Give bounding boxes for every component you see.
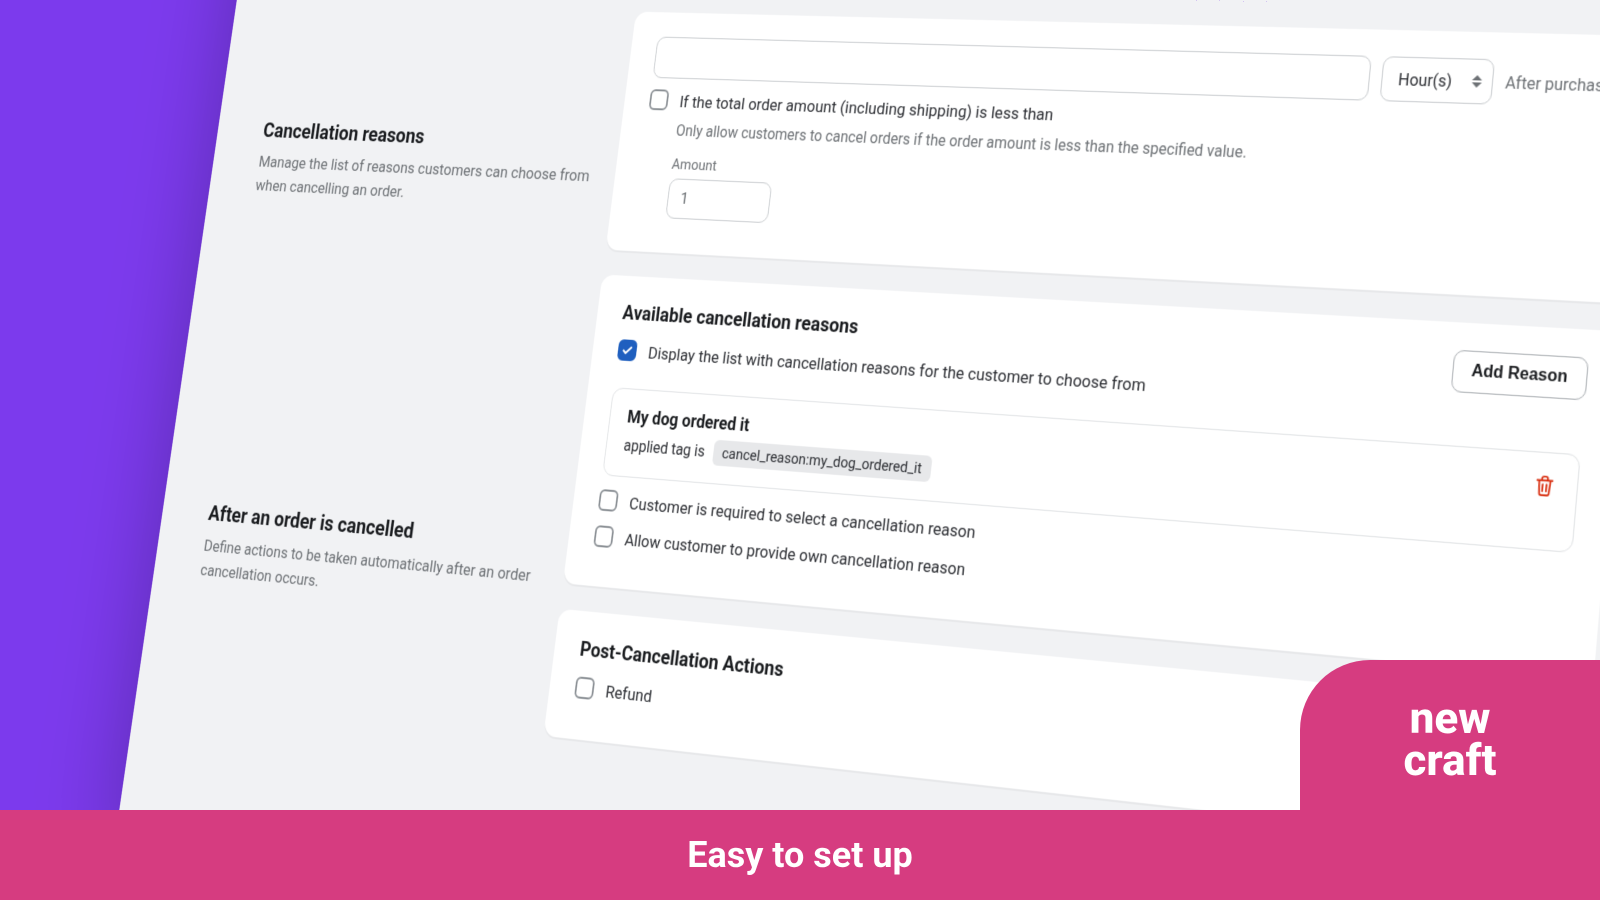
brand-badge: new craft xyxy=(1300,660,1600,810)
section-desc: Manage the list of reasons customers can… xyxy=(254,151,593,213)
stepper-icon xyxy=(1472,75,1483,88)
applied-tag-prefix: applied tag is xyxy=(623,436,706,461)
trash-icon xyxy=(1532,472,1557,500)
reason-tag-chip: cancel_reason:my_dog_ordered_it xyxy=(712,440,932,482)
section-after-cancel: After an order is cancelled Define actio… xyxy=(199,502,546,615)
time-limit-input[interactable] xyxy=(653,37,1372,101)
promo-caption-bar: Easy to set up xyxy=(0,810,1600,900)
time-unit-value: Hour(s) xyxy=(1397,69,1453,90)
require-reason-checkbox[interactable] xyxy=(598,489,619,512)
time-limit-card: Hour(s) After purchase If the total orde… xyxy=(606,12,1600,303)
brand-line2: craft xyxy=(1404,740,1497,782)
delete-reason-button[interactable] xyxy=(1532,472,1557,500)
after-purchase-label: After purchase xyxy=(1504,72,1600,95)
order-amount-checkbox[interactable] xyxy=(649,89,670,110)
add-reason-button[interactable]: Add Reason xyxy=(1450,349,1589,400)
promo-frame: Cancellation reasons Manage the list of … xyxy=(0,0,1600,900)
promo-caption: Easy to set up xyxy=(687,834,913,876)
order-amount-checkbox-row: If the total order amount (including shi… xyxy=(635,89,1600,263)
amount-input[interactable]: 1 xyxy=(665,178,772,223)
display-reasons-checkbox[interactable] xyxy=(617,339,638,361)
section-title: Cancellation reasons xyxy=(262,120,598,156)
reason-name: My dog ordered it xyxy=(626,407,750,436)
check-icon xyxy=(621,343,634,357)
section-cancellation-reasons: Cancellation reasons Manage the list of … xyxy=(254,120,597,214)
allow-own-reason-checkbox[interactable] xyxy=(593,525,614,548)
section-descriptions-column: Cancellation reasons Manage the list of … xyxy=(172,3,613,808)
refund-checkbox[interactable] xyxy=(574,676,595,700)
refund-label: Refund xyxy=(604,679,653,710)
time-unit-select[interactable]: Hour(s) xyxy=(1379,56,1495,104)
cancellation-reasons-card: Available cancellation reasons Display t… xyxy=(563,274,1600,680)
